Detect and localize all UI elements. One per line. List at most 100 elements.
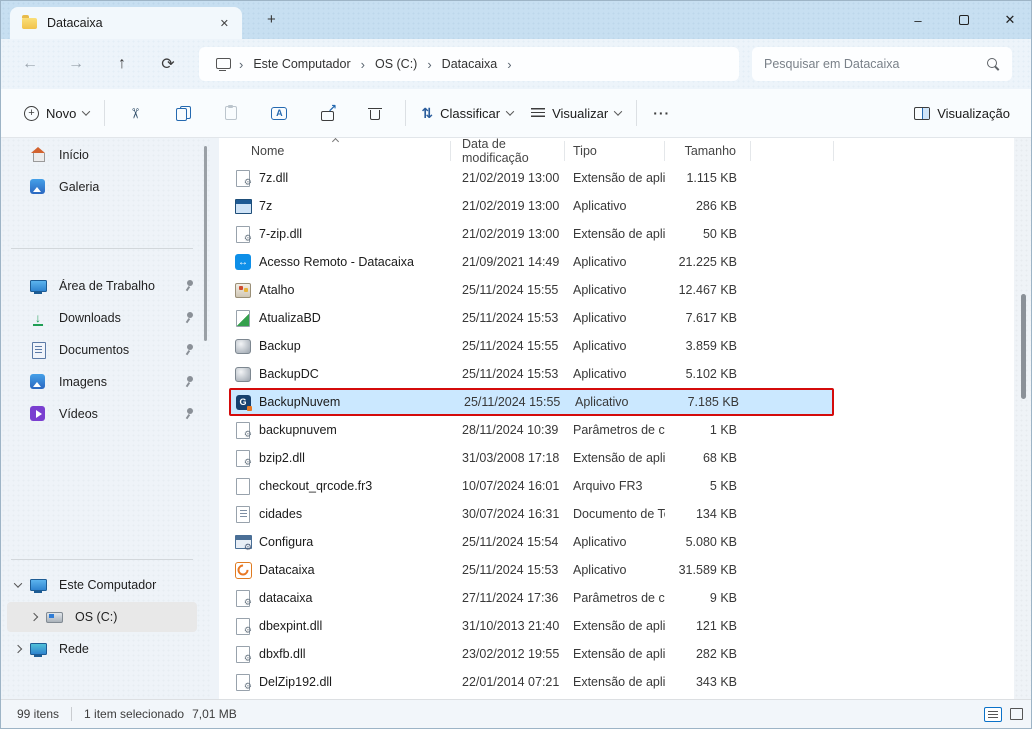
file-row[interactable]: dbxfb.dll23/02/2012 19:55Extensão de apl… [229,640,834,668]
file-date: 28/11/2024 10:39 [451,423,565,437]
file-type: Parâmetros de co... [565,591,665,605]
file-date: 23/02/2012 19:55 [451,647,565,661]
breadcrumb-item-os-c[interactable]: OS (C:) [369,52,423,76]
file-type: Extensão de aplica... [565,675,665,689]
file-row[interactable]: dbexpint.dll31/10/2013 21:40Extensão de … [229,612,834,640]
sidebar-item-os-c[interactable]: OS (C:) [7,602,197,632]
details-view-icon[interactable] [984,707,1002,722]
gallery-icon [29,178,47,196]
sidebar-item-documentos[interactable]: Documentos [29,335,197,365]
search-box[interactable] [752,47,1012,81]
file-name-cell: BackupNuvem [231,393,453,411]
file-size: 5.102 KB [665,367,751,381]
share-button[interactable] [308,96,346,130]
file-row[interactable]: Atalho25/11/2024 15:55Aplicativo12.467 K… [229,276,834,304]
chevron-collapsed-icon[interactable] [23,614,45,620]
file-row[interactable]: datacaixa27/11/2024 17:36Parâmetros de c… [229,584,834,612]
file-date: 25/11/2024 15:53 [451,311,565,325]
sidebar-item-galeria[interactable]: Galeria [29,172,197,202]
file-row[interactable]: 7z21/02/2019 13:00Aplicativo286 KB [229,192,834,220]
file-row[interactable]: Acesso Remoto - Datacaixa21/09/2021 14:4… [229,248,834,276]
back-button[interactable]: ← [13,47,47,81]
column-header-tamanho[interactable]: Tamanho [665,141,751,161]
copy-icon [176,106,191,121]
search-input[interactable] [764,57,987,71]
toolbar-separator [636,100,637,126]
forward-button[interactable]: → [59,47,93,81]
explorer-tab[interactable]: Datacaixa ✕ [10,7,242,39]
minimize-button[interactable]: – [895,1,941,39]
sidebar-item-este-computador[interactable]: Este Computador [7,570,197,600]
maximize-button[interactable] [941,1,987,39]
column-header-tipo[interactable]: Tipo [565,141,665,161]
rename-button[interactable]: A [260,96,298,130]
file-name: AtualizaBD [259,311,321,325]
file-row[interactable]: Datacaixa25/11/2024 15:53Aplicativo31.58… [229,556,834,584]
list-scrollbar[interactable] [1021,294,1026,399]
drive-icon [45,608,63,626]
items-count: 99 itens [17,707,59,721]
status-divider [71,707,72,721]
file-row[interactable]: 7-zip.dll21/02/2019 13:00Extensão de apl… [229,220,834,248]
new-button[interactable]: + Novo [15,99,98,128]
copy-button[interactable] [164,96,202,130]
file-row[interactable]: DelZip192.dll22/01/2014 07:21Extensão de… [229,668,834,696]
column-header-data[interactable]: Data de modificação [451,141,565,161]
file-size: 9 KB [665,591,751,605]
cut-icon: ✂ [127,107,144,119]
column-header-nome[interactable]: Nome [229,141,451,161]
preview-toggle-label: Visualização [937,106,1010,121]
file-size: 5 KB [665,479,751,493]
rename-icon: A [271,107,287,120]
file-name: BackupDC [259,367,319,381]
sidebar-item-downloads[interactable]: Downloads [29,303,197,333]
file-row[interactable]: Configura25/11/2024 15:54Aplicativo5.080… [229,528,834,556]
sort-button[interactable]: ⇅ Classificar [412,98,522,129]
preview-toggle-button[interactable]: Visualização [905,99,1019,128]
chevron-collapsed-icon[interactable] [7,646,29,652]
breadcrumb-item-datacaixa[interactable]: Datacaixa [436,52,504,76]
delete-button[interactable] [356,96,394,130]
close-button[interactable]: ✕ [987,1,1032,39]
file-row[interactable]: BackupNuvem25/11/2024 15:55Aplicativo7.1… [229,388,834,416]
view-button[interactable]: Visualizar [522,99,630,128]
dll-icon [234,169,252,187]
file-row[interactable]: AtualizaBD25/11/2024 15:53Aplicativo7.61… [229,304,834,332]
toolbar-separator [104,100,105,126]
file-row[interactable]: BackupDC25/11/2024 15:53Aplicativo5.102 … [229,360,834,388]
file-row[interactable]: 7z.dll21/02/2019 13:00Extensão de aplica… [229,164,834,192]
file-date: 31/03/2008 17:18 [451,451,565,465]
dll-icon [234,449,252,467]
backup-cloud-icon [234,393,252,411]
sidebar-scrollbar[interactable] [204,146,207,341]
chevron-expanded-icon[interactable] [7,582,29,588]
address-bar[interactable]: › Este Computador › OS (C:) › Datacaixa … [199,47,739,81]
refresh-button[interactable]: ⟳ [151,47,185,81]
file-row[interactable]: Backup25/11/2024 15:55Aplicativo3.859 KB [229,332,834,360]
file-row[interactable]: checkout_qrcode.fr310/07/2024 16:01Arqui… [229,472,834,500]
file-row[interactable]: backupnuvem28/11/2024 10:39Parâmetros de… [229,416,834,444]
title-bar: Datacaixa ✕ + – ✕ [1,1,1032,39]
file-name-cell: DelZip192.dll [229,673,451,691]
sidebar-item-imagens[interactable]: Imagens [29,367,197,397]
file-row[interactable]: cidades30/07/2024 16:31Documento de Te..… [229,500,834,528]
file-size: 1.115 KB [665,171,751,185]
tab-close-icon[interactable]: ✕ [215,15,234,32]
thumbnail-view-icon[interactable] [1010,708,1023,720]
sidebar-item-area-de-trabalho[interactable]: Área de Trabalho [29,271,197,301]
file-type: Extensão de aplica... [565,227,665,241]
pin-icon [183,312,195,324]
file-type: Extensão de aplica... [565,619,665,633]
up-button[interactable]: ↑ [105,47,139,81]
file-row[interactable]: bzip2.dll31/03/2008 17:18Extensão de apl… [229,444,834,472]
paste-button[interactable] [212,96,250,130]
more-options-button[interactable]: ··· [643,105,680,121]
new-tab-button[interactable]: + [259,9,284,30]
sidebar-item-inicio[interactable]: Início [29,140,197,170]
sidebar-item-rede[interactable]: Rede [7,634,197,664]
sidebar-item-videos[interactable]: Vídeos [29,399,197,429]
sidebar-item-label: Início [59,148,197,162]
sidebar-item-label: Imagens [59,375,183,389]
breadcrumb-item-este-computador[interactable]: Este Computador [247,52,356,76]
cut-button[interactable]: ✂ [116,96,154,130]
